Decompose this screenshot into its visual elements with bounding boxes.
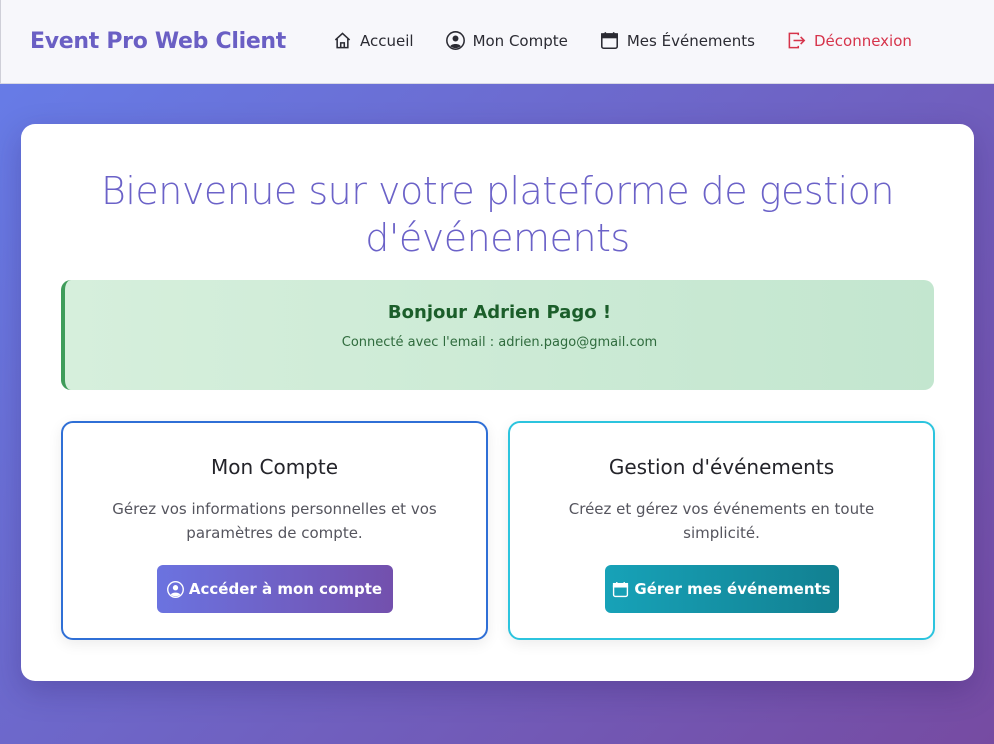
events-card: Gestion d'événements Créez et gérez vos … xyxy=(508,421,935,640)
calendar-icon xyxy=(600,31,619,50)
events-card-title: Gestion d'événements xyxy=(608,455,835,479)
welcome-alert: Bonjour Adrien Pago ! Connecté avec l'em… xyxy=(61,280,934,390)
brand-logo[interactable]: Event Pro Web Client xyxy=(30,29,286,54)
nav-link-label: Accueil xyxy=(360,31,414,50)
nav-link-deconnexion[interactable]: Déconnexion xyxy=(787,31,912,50)
manage-events-button[interactable]: Gérer mes événements xyxy=(604,565,839,613)
account-card: Mon Compte Gérez vos informations person… xyxy=(61,421,488,640)
logout-icon xyxy=(787,31,806,50)
access-account-label: Accéder à mon compte xyxy=(188,580,383,598)
main-card: Bienvenue sur votre plateforme de gestio… xyxy=(21,124,974,681)
account-card-title: Mon Compte xyxy=(210,455,339,479)
person-circle-icon xyxy=(166,580,184,598)
nav-link-accueil[interactable]: Accueil xyxy=(333,31,414,50)
navbar: Event Pro Web Client Accueil Mon Compte … xyxy=(0,0,994,84)
events-card-description: Créez et gérez vos événements en toute s… xyxy=(568,500,875,542)
access-account-button[interactable]: Accéder à mon compte xyxy=(156,565,393,613)
nav-links: Accueil Mon Compte Mes Événements Déconn… xyxy=(333,31,944,50)
house-icon xyxy=(333,31,352,50)
manage-events-label: Gérer mes événements xyxy=(634,580,831,598)
nav-link-label: Déconnexion xyxy=(813,31,912,50)
calendar-icon xyxy=(612,581,629,598)
welcome-greeting: Bonjour Adrien Pago ! xyxy=(387,302,612,323)
account-card-description: Gérez vos informations personnelles et v… xyxy=(112,500,437,542)
person-circle-icon xyxy=(445,31,465,50)
nav-link-label: Mes Événements xyxy=(626,31,755,50)
nav-link-mon-compte[interactable]: Mon Compte xyxy=(445,31,568,50)
page-title: Bienvenue sur votre plateforme de gestio… xyxy=(100,169,895,260)
nav-link-mes-evenements[interactable]: Mes Événements xyxy=(600,31,755,50)
welcome-email: Connecté avec l'email : adrien.pago@gmai… xyxy=(341,335,658,350)
nav-link-label: Mon Compte xyxy=(472,31,568,50)
